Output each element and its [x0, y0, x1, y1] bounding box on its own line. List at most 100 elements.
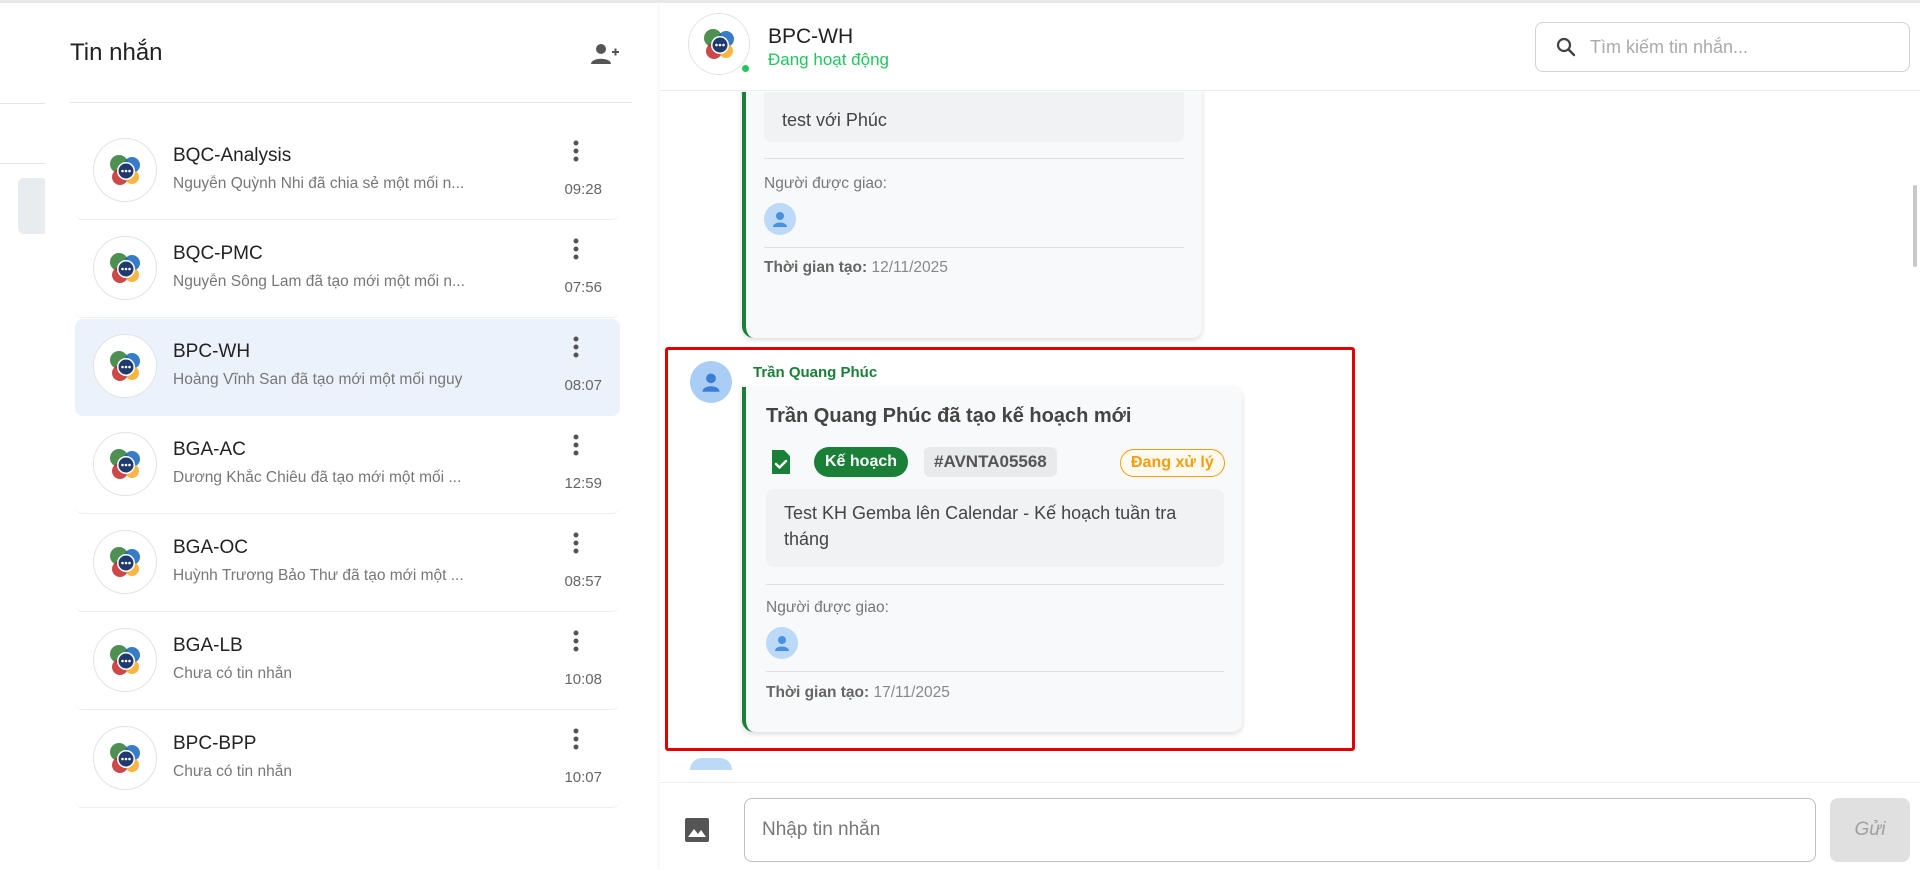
conversation-time: 07:56	[564, 279, 602, 296]
created-label: Thời gian tạo:	[766, 684, 870, 701]
conversation-item[interactable]: BQC-Analysis Nguyễn Quỳnh Nhi đã chia sẻ…	[75, 123, 620, 220]
plan-code: #AVNTA05568	[924, 447, 1057, 477]
add-user-icon	[591, 44, 619, 64]
divider	[766, 671, 1224, 672]
background-divider	[0, 103, 48, 104]
more-vertical-icon	[573, 532, 579, 554]
conversation-preview: Huỳnh Trương Bảo Thư đã tạo mới một ...	[173, 567, 464, 584]
group-avatar	[93, 138, 157, 202]
divider	[764, 247, 1184, 248]
message-search	[1535, 22, 1910, 72]
assignee-avatar[interactable]	[766, 627, 798, 659]
chat-group-icon	[110, 351, 140, 381]
scrollbar[interactable]	[1913, 185, 1917, 267]
task-card: test với Phúc Người được giao: Thời gian…	[742, 92, 1202, 338]
conversation-name: BGA-AC	[173, 439, 246, 460]
conversation-name: BQC-Analysis	[173, 145, 292, 166]
panel-title: Tin nhắn	[70, 39, 163, 66]
sender-name: Trần Quang Phúc	[753, 364, 878, 381]
conversation-item[interactable]: BGA-AC Dương Khắc Chiêu đã tạo mới một m…	[75, 417, 620, 514]
conversation-item-active[interactable]: BPC-WH Hoàng Vĩnh San đã tạo mới một mối…	[75, 319, 620, 416]
group-avatar	[93, 432, 157, 496]
attach-image-button[interactable]	[684, 817, 712, 845]
more-vertical-icon	[573, 434, 579, 456]
conversation-item[interactable]: BQC-PMC Nguyễn Sông Lam đã tạo mới một m…	[75, 221, 620, 318]
sender-avatar	[690, 361, 732, 403]
more-vertical-icon	[573, 630, 579, 652]
chat-panel: BPC-WH Đang hoạt động test với Phúc Ngườ…	[660, 3, 1920, 870]
document-check-icon	[770, 449, 792, 475]
conversation-name: BPC-BPP	[173, 733, 257, 754]
conversation-name: BQC-PMC	[173, 243, 263, 264]
conversation-time: 10:08	[564, 671, 602, 688]
conversation-item[interactable]: BPC-BPP Chưa có tin nhắn 10:07	[75, 711, 620, 808]
add-user-button[interactable]	[588, 39, 622, 69]
conversation-name: BGA-OC	[173, 537, 248, 558]
conversation-item[interactable]: BGA-OC Huỳnh Trương Bảo Thư đã tạo mới m…	[75, 515, 620, 612]
more-options-button[interactable]	[564, 429, 588, 461]
chat-group-icon	[110, 547, 140, 577]
conversation-name: BGA-LB	[173, 635, 243, 656]
chat-group-icon	[110, 449, 140, 479]
more-options-button[interactable]	[564, 527, 588, 559]
send-button[interactable]: Gửi	[1830, 798, 1910, 862]
background-sidebar	[0, 0, 48, 870]
search-input[interactable]	[1590, 36, 1909, 58]
more-options-button[interactable]	[564, 723, 588, 755]
chat-group-icon	[110, 645, 140, 675]
conversation-time: 10:07	[564, 769, 602, 786]
divider	[766, 584, 1224, 585]
message-composer: Gửi	[660, 782, 1920, 870]
more-options-button[interactable]	[564, 233, 588, 265]
conversation-preview: Hoàng Vĩnh San đã tạo mới một mối nguy	[173, 371, 463, 388]
user-icon	[775, 636, 789, 651]
group-avatar	[93, 236, 157, 300]
conversation-item[interactable]: BGA-LB Chưa có tin nhắn 10:08	[75, 613, 620, 710]
user-icon	[773, 212, 787, 227]
conversation-time: 08:57	[564, 573, 602, 590]
background-menu-item	[18, 178, 48, 234]
more-options-button[interactable]	[564, 331, 588, 363]
plan-type-tag[interactable]: Kế hoạch	[814, 447, 909, 477]
conversation-preview: Nguyễn Quỳnh Nhi đã chia sẻ một mối n...	[173, 175, 465, 192]
conversation-name: BPC-WH	[173, 341, 251, 362]
conversation-panel-header: Tin nhắn	[70, 3, 632, 103]
user-icon	[702, 373, 720, 392]
card-body: test với Phúc	[764, 92, 1184, 142]
conversation-preview: Chưa có tin nhắn	[173, 763, 292, 780]
assignee-label: Người được giao:	[764, 175, 887, 192]
created-label: Thời gian tạo:	[764, 259, 868, 276]
conversation-list: BQC-Analysis Nguyễn Quỳnh Nhi đã chia sẻ…	[75, 123, 620, 809]
group-avatar	[93, 726, 157, 790]
background-divider	[0, 163, 48, 164]
conversation-preview: Chưa có tin nhắn	[173, 665, 292, 682]
conversation-preview: Nguyễn Sông Lam đã tạo mới một mối n...	[173, 273, 465, 290]
plan-card[interactable]: Trần Quang Phúc đã tạo kế hoạch mới Kế h…	[742, 387, 1242, 732]
chat-group-icon	[704, 29, 734, 59]
created-date: 12/11/2025	[871, 259, 948, 276]
image-icon	[685, 818, 709, 842]
divider	[764, 158, 1184, 159]
chat-title: BPC-WH	[768, 25, 854, 48]
more-vertical-icon	[573, 140, 579, 162]
message-list: test với Phúc Người được giao: Thời gian…	[660, 92, 1910, 782]
message-input[interactable]	[744, 798, 1816, 862]
created-date: 17/11/2025	[873, 684, 950, 701]
more-options-button[interactable]	[564, 135, 588, 167]
more-vertical-icon	[573, 336, 579, 358]
status-badge: Đang xử lý	[1120, 449, 1225, 477]
created-time: Thời gian tạo: 12/11/2025	[764, 259, 948, 277]
online-indicator	[740, 63, 751, 74]
chat-header: BPC-WH Đang hoạt động	[660, 3, 1920, 91]
chat-status: Đang hoạt động	[768, 50, 889, 69]
chat-group-icon	[110, 155, 140, 185]
search-icon	[1556, 37, 1576, 57]
assignee-avatar[interactable]	[764, 203, 796, 235]
card-body: Test KH Gemba lên Calendar - Kế hoạch tu…	[766, 489, 1224, 567]
card-title: Trần Quang Phúc đã tạo kế hoạch mới	[766, 405, 1132, 427]
chat-group-icon	[110, 253, 140, 283]
conversation-time: 08:07	[564, 377, 602, 394]
more-options-button[interactable]	[564, 625, 588, 657]
conversation-time: 12:59	[564, 475, 602, 492]
group-avatar	[93, 628, 157, 692]
